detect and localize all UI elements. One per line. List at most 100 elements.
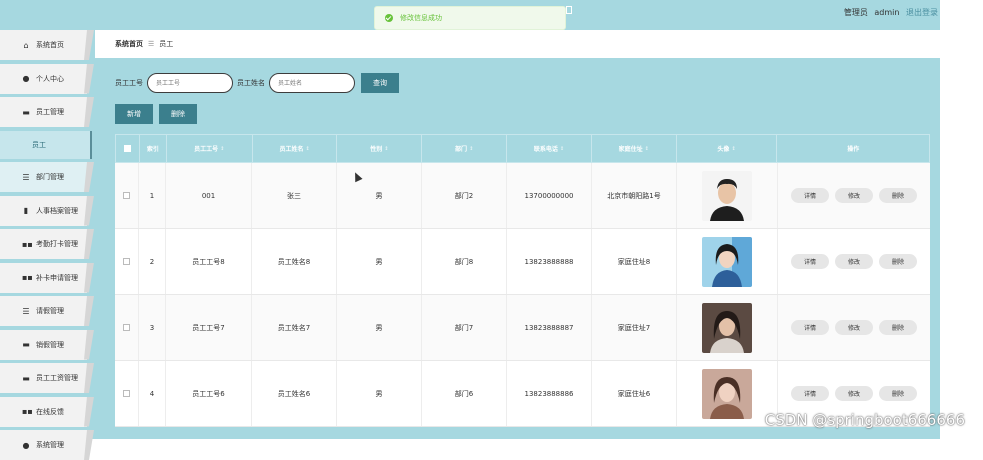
employee-table: 索引 员工工号↕ 员工姓名↕ 性别↕ 部门↕ 联系电话↕ 家庭住址↕ 头像↕ 操… <box>115 134 930 427</box>
cell-gender: 男 <box>337 163 422 228</box>
sidebar-item-profile[interactable]: ●个人中心 <box>0 64 95 94</box>
delete-button[interactable]: 删除 <box>879 188 917 203</box>
grid-icon: ▪▪ <box>22 407 30 416</box>
col-header-gender[interactable]: 性别↕ <box>337 135 422 162</box>
sidebar-item-salary[interactable]: ▬ 员工工资管理 <box>0 363 95 393</box>
sidebar-item-leave-cancel[interactable]: ▬销假管理 <box>0 330 95 360</box>
col-header-phone[interactable]: 联系电话↕ <box>507 135 592 162</box>
avatar[interactable] <box>702 303 752 353</box>
row-checkbox[interactable] <box>123 324 130 331</box>
sidebar-item-feedback[interactable]: ▪▪在线反馈 <box>0 397 95 427</box>
sidebar-item-label: 补卡申请管理 <box>36 273 78 283</box>
sort-icon: ↕ <box>645 146 649 152</box>
row-checkbox[interactable] <box>123 258 130 265</box>
watermark: CSDN @springboot666666 <box>765 411 965 429</box>
sidebar-item-system[interactable]: ● 系统管理 <box>0 430 95 460</box>
grid-icon: ▪▪ <box>22 273 30 282</box>
sidebar-item-makeup-punch[interactable]: ▪▪ 补卡申请管理 <box>0 263 95 293</box>
print-icon: ▬ <box>22 374 30 383</box>
sidebar-item-home[interactable]: ⌂ 系统首页 <box>0 30 95 60</box>
sidebar-item-attendance[interactable]: ▪▪考勤打卡管理 <box>0 229 95 259</box>
cell-name: 张三 <box>252 163 337 228</box>
breadcrumb: 系统首页 ☰ 员工 <box>95 30 940 58</box>
header-mark-icon <box>566 6 572 14</box>
detail-button[interactable]: 详情 <box>791 386 829 401</box>
row-checkbox[interactable] <box>123 192 130 199</box>
avatar[interactable] <box>702 171 752 221</box>
main-area: 系统首页 ☰ 员工 员工工号 员工姓名 查询 新增 删除 索引 员工工号↕ 员工… <box>95 30 940 439</box>
cell-index: 2 <box>139 229 166 294</box>
detail-button[interactable]: 详情 <box>791 254 829 269</box>
col-header-name[interactable]: 员工姓名↕ <box>253 135 338 162</box>
avatar[interactable] <box>702 237 752 287</box>
cell-address: 家庭住址6 <box>592 361 677 426</box>
table-header: 索引 员工工号↕ 员工姓名↕ 性别↕ 部门↕ 联系电话↕ 家庭住址↕ 头像↕ 操… <box>115 134 930 163</box>
sort-icon: ↕ <box>305 146 309 152</box>
col-header-emp-id[interactable]: 员工工号↕ <box>167 135 253 162</box>
query-button[interactable]: 查询 <box>361 73 399 93</box>
sidebar-item-label: 员工工资管理 <box>36 373 78 383</box>
detail-button[interactable]: 详情 <box>791 188 829 203</box>
sidebar-item-leave[interactable]: ☰请假管理 <box>0 296 95 326</box>
breadcrumb-home[interactable]: 系统首页 <box>115 39 143 49</box>
breadcrumb-current: 员工 <box>159 39 173 49</box>
cell-address: 北京市朝阳路1号 <box>592 163 677 228</box>
sidebar-item-label: 销假管理 <box>36 340 64 350</box>
cell-gender: 男 <box>337 295 422 360</box>
toast-message: 修改信息成功 <box>400 13 442 23</box>
cell-emp-id: 员工工号6 <box>166 361 252 426</box>
emp-id-input[interactable] <box>147 73 233 93</box>
edit-button[interactable]: 修改 <box>835 254 873 269</box>
edit-button[interactable]: 修改 <box>835 386 873 401</box>
sidebar-subitem-employee[interactable]: 员工 <box>0 131 95 159</box>
settings-icon: ● <box>22 441 30 450</box>
table-row: 1 001 张三 男 部门2 13700000000 北京市朝阳路1号 详情 修… <box>115 163 930 229</box>
batch-delete-button[interactable]: 删除 <box>159 104 197 124</box>
cell-phone: 13823888886 <box>507 361 592 426</box>
emp-id-label: 员工工号 <box>115 78 143 88</box>
avatar[interactable] <box>702 369 752 419</box>
cell-index: 1 <box>139 163 166 228</box>
cell-dept: 部门7 <box>422 295 507 360</box>
delete-button[interactable]: 删除 <box>879 320 917 335</box>
cell-emp-id: 001 <box>166 163 252 228</box>
username: admin <box>874 8 899 17</box>
select-all-checkbox[interactable] <box>124 145 131 152</box>
edit-button[interactable]: 修改 <box>835 320 873 335</box>
sidebar-item-dept[interactable]: ☰部门管理 <box>0 162 95 192</box>
emp-name-input[interactable] <box>269 73 355 93</box>
sort-icon: ↕ <box>384 146 388 152</box>
cell-gender: 男 <box>337 229 422 294</box>
col-header-actions: 操作 <box>777 135 929 162</box>
sidebar-item-label: 系统管理 <box>36 440 64 450</box>
sidebar-item-label: 个人中心 <box>36 74 64 84</box>
home-icon: ⌂ <box>22 41 30 50</box>
edit-button[interactable]: 修改 <box>835 188 873 203</box>
detail-button[interactable]: 详情 <box>791 320 829 335</box>
sort-icon: ↕ <box>731 146 735 152</box>
sort-icon: ↕ <box>220 146 224 152</box>
add-button[interactable]: 新增 <box>115 104 153 124</box>
cell-phone: 13823888887 <box>507 295 592 360</box>
sidebar-item-label: 人事档案管理 <box>36 206 78 216</box>
sidebar-item-label: 员工 <box>32 140 46 150</box>
cell-index: 4 <box>139 361 166 426</box>
col-header-dept[interactable]: 部门↕ <box>422 135 507 162</box>
cell-address: 家庭住址8 <box>592 229 677 294</box>
row-checkbox[interactable] <box>123 390 130 397</box>
cell-dept: 部门8 <box>422 229 507 294</box>
sidebar-item-label: 系统首页 <box>36 40 64 50</box>
delete-button[interactable]: 删除 <box>879 386 917 401</box>
sidebar-item-employee-mgmt[interactable]: ▬员工管理 <box>0 97 95 127</box>
delete-button[interactable]: 删除 <box>879 254 917 269</box>
cell-dept: 部门6 <box>422 361 507 426</box>
list-icon: ☰ <box>22 307 30 316</box>
col-header-index: 索引 <box>140 135 167 162</box>
sidebar-item-hr-records[interactable]: ▮人事档案管理 <box>0 196 95 226</box>
logout-link[interactable]: 退出登录 <box>906 8 938 17</box>
col-header-avatar[interactable]: 头像↕ <box>677 135 778 162</box>
cell-name: 员工姓名6 <box>252 361 337 426</box>
sidebar-item-label: 员工管理 <box>36 107 64 117</box>
search-form: 员工工号 员工姓名 查询 <box>115 73 399 93</box>
col-header-address[interactable]: 家庭住址↕ <box>592 135 677 162</box>
